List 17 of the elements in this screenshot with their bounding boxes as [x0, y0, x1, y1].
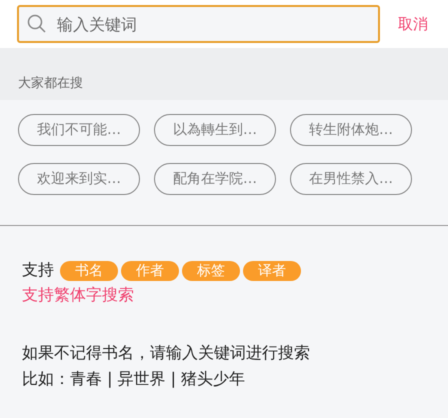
- search-field[interactable]: 输入关键词: [17, 5, 380, 43]
- field-badge: 标签: [182, 260, 240, 280]
- search-tag[interactable]: 我们不可能…: [18, 114, 140, 146]
- search-tag[interactable]: 配角在学院…: [154, 163, 276, 195]
- hint-text: 比如：青春 | 异世界 | 猪头少年: [22, 368, 246, 390]
- search-tag[interactable]: 转生附体炮…: [290, 114, 412, 146]
- search-tag[interactable]: 在男性禁入…: [290, 163, 412, 195]
- field-badge: 译者: [243, 260, 301, 280]
- field-badge: 作者: [121, 260, 179, 280]
- support-note: 支持繁体字搜索: [22, 285, 135, 306]
- cancel-button[interactable]: 取消: [398, 14, 428, 34]
- hint-text: 如果不记得书名，请输入关键词进行搜索: [22, 342, 311, 364]
- field-badge: 书名: [60, 260, 118, 280]
- search-tag[interactable]: 以為轉生到…: [154, 114, 276, 146]
- search-tag[interactable]: 欢迎来到实…: [18, 163, 140, 195]
- support-label: 支持: [22, 260, 54, 281]
- section-heading: 大家都在搜: [18, 75, 83, 92]
